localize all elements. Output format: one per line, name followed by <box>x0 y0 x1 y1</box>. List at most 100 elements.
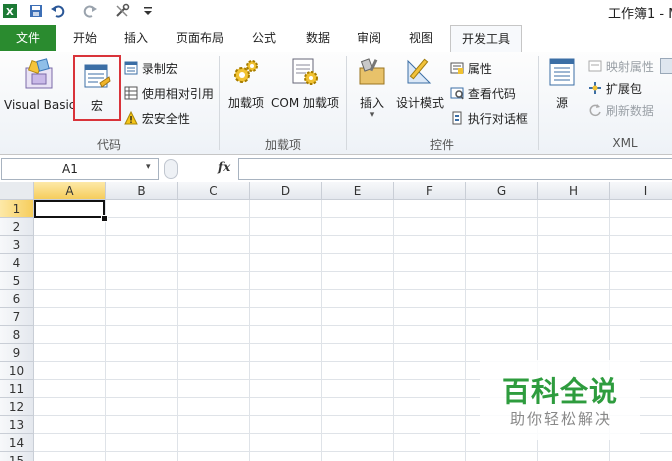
xml-source-button[interactable]: 源 <box>544 56 580 120</box>
tab-insert[interactable]: 插入 <box>112 25 160 51</box>
row-header-10[interactable]: 10 <box>0 362 34 380</box>
properties-button[interactable]: 属性 <box>450 60 492 77</box>
row-header-2[interactable]: 2 <box>0 218 34 236</box>
design-mode-icon <box>407 58 432 84</box>
column-header-g[interactable]: G <box>466 182 538 200</box>
macros-label: 宏 <box>90 99 103 113</box>
redo-icon[interactable] <box>82 3 98 19</box>
view-code-label: 查看代码 <box>467 87 516 101</box>
properties-icon <box>450 62 464 74</box>
name-box-value: A1 <box>62 162 78 176</box>
relative-reference-label: 使用相对引用 <box>141 87 214 101</box>
formula-bar-resize-handle[interactable] <box>164 159 178 179</box>
run-dialog-button[interactable]: 执行对话框 <box>450 110 528 127</box>
xml-source-label: 源 <box>555 96 568 110</box>
relative-reference-icon <box>124 86 138 100</box>
fill-handle[interactable] <box>101 215 108 222</box>
design-mode-label: 设计模式 <box>395 96 444 110</box>
xml-extra-icon[interactable] <box>660 58 672 74</box>
column-header-f[interactable]: F <box>394 182 466 200</box>
svg-text:X: X <box>6 7 14 18</box>
map-properties-button[interactable]: 映射属性 <box>588 58 654 75</box>
watermark-title: 百科全说 <box>502 375 619 408</box>
row-header-8[interactable]: 8 <box>0 326 34 344</box>
gear-icon <box>234 60 258 83</box>
expansion-packs-button[interactable]: 扩展包 <box>588 80 642 97</box>
map-properties-icon <box>588 60 602 72</box>
addins-button[interactable]: 加载项 <box>224 56 268 120</box>
design-mode-button[interactable]: 设计模式 <box>394 56 446 120</box>
ribbon-tabs: 文件 开始 插入 页面布局 公式 数据 审阅 视图 开发工具 <box>0 25 672 53</box>
group-label-code: 代码 <box>96 138 121 152</box>
row-header-3[interactable]: 3 <box>0 236 34 254</box>
quick-access-toolbar: X 工作簿1 - M <box>0 0 672 25</box>
com-addins-icon <box>292 58 318 85</box>
view-code-icon <box>450 87 464 100</box>
expansion-packs-icon <box>589 82 601 94</box>
insert-control-button[interactable]: 插入 ▾ <box>352 56 392 126</box>
row-header-5[interactable]: 5 <box>0 272 34 290</box>
formula-input[interactable] <box>238 158 672 180</box>
properties-label: 属性 <box>467 62 492 76</box>
tab-developer[interactable]: 开发工具 <box>450 25 522 53</box>
row-header-14[interactable]: 14 <box>0 434 34 452</box>
tab-home[interactable]: 开始 <box>62 25 108 51</box>
tools-icon[interactable] <box>114 3 130 19</box>
visual-basic-button[interactable]: Visual Basic <box>4 56 75 120</box>
expansion-packs-label: 扩展包 <box>605 82 642 96</box>
visual-basic-icon <box>25 58 53 89</box>
row-header-7[interactable]: 7 <box>0 308 34 326</box>
row-header-11[interactable]: 11 <box>0 380 34 398</box>
insert-control-label: 插入 <box>359 96 384 110</box>
save-icon[interactable] <box>28 3 44 19</box>
undo-icon[interactable] <box>50 3 66 19</box>
tab-view[interactable]: 视图 <box>398 25 444 51</box>
tab-formulas[interactable]: 公式 <box>240 25 288 51</box>
watermark-subtitle: 助你轻松解决 <box>510 410 613 428</box>
active-cell[interactable] <box>34 200 105 218</box>
column-header-b[interactable]: B <box>106 182 178 200</box>
relative-reference-button[interactable]: 使用相对引用 <box>124 85 214 102</box>
column-header-a[interactable]: A <box>34 182 106 200</box>
column-header-e[interactable]: E <box>322 182 394 200</box>
macro-security-label: 宏安全性 <box>141 112 190 126</box>
formula-bar: A1 ▾ fx <box>0 156 672 183</box>
toolbox-icon <box>359 58 385 85</box>
name-box[interactable]: A1 ▾ <box>1 158 159 180</box>
name-box-dropdown-icon[interactable]: ▾ <box>146 162 151 172</box>
tab-data[interactable]: 数据 <box>294 25 342 51</box>
group-label-controls: 控件 <box>429 138 454 152</box>
column-header-h[interactable]: H <box>538 182 610 200</box>
run-dialog-icon <box>452 111 462 125</box>
record-macro-label: 录制宏 <box>141 62 178 76</box>
excel-icon[interactable]: X <box>2 3 18 19</box>
tab-file[interactable]: 文件 <box>0 25 56 51</box>
com-addins-label: COM 加载项 <box>271 96 339 110</box>
refresh-icon <box>589 104 601 117</box>
row-header-13[interactable]: 13 <box>0 416 34 434</box>
group-label-xml: XML <box>612 136 638 150</box>
customize-icon[interactable] <box>140 3 156 19</box>
row-header-4[interactable]: 4 <box>0 254 34 272</box>
refresh-data-button[interactable]: 刷新数据 <box>588 102 654 119</box>
view-code-button[interactable]: 查看代码 <box>450 85 516 102</box>
row-header-12[interactable]: 12 <box>0 398 34 416</box>
tab-review[interactable]: 审阅 <box>346 25 392 51</box>
macros-button[interactable]: 宏 <box>73 55 121 121</box>
record-macro-button[interactable]: 录制宏 <box>124 60 178 77</box>
column-header-c[interactable]: C <box>178 182 250 200</box>
com-addins-button[interactable]: COM 加载项 <box>268 56 342 120</box>
column-header-i[interactable]: I <box>610 182 672 200</box>
column-header-d[interactable]: D <box>250 182 322 200</box>
warning-icon <box>124 110 138 125</box>
row-header-15[interactable]: 15 <box>0 452 34 461</box>
record-macro-icon <box>124 61 138 75</box>
ribbon-panel: Visual Basic 宏 录制宏 使用相对引用 宏安全性 代码 加载项 CO… <box>0 52 672 155</box>
macro-security-button[interactable]: 宏安全性 <box>124 110 190 127</box>
row-header-9[interactable]: 9 <box>0 344 34 362</box>
row-header-1[interactable]: 1 <box>0 200 34 218</box>
row-header-6[interactable]: 6 <box>0 290 34 308</box>
fx-icon[interactable]: fx <box>218 160 230 174</box>
tab-page-layout[interactable]: 页面布局 <box>168 25 232 51</box>
select-all-corner[interactable] <box>0 182 34 200</box>
